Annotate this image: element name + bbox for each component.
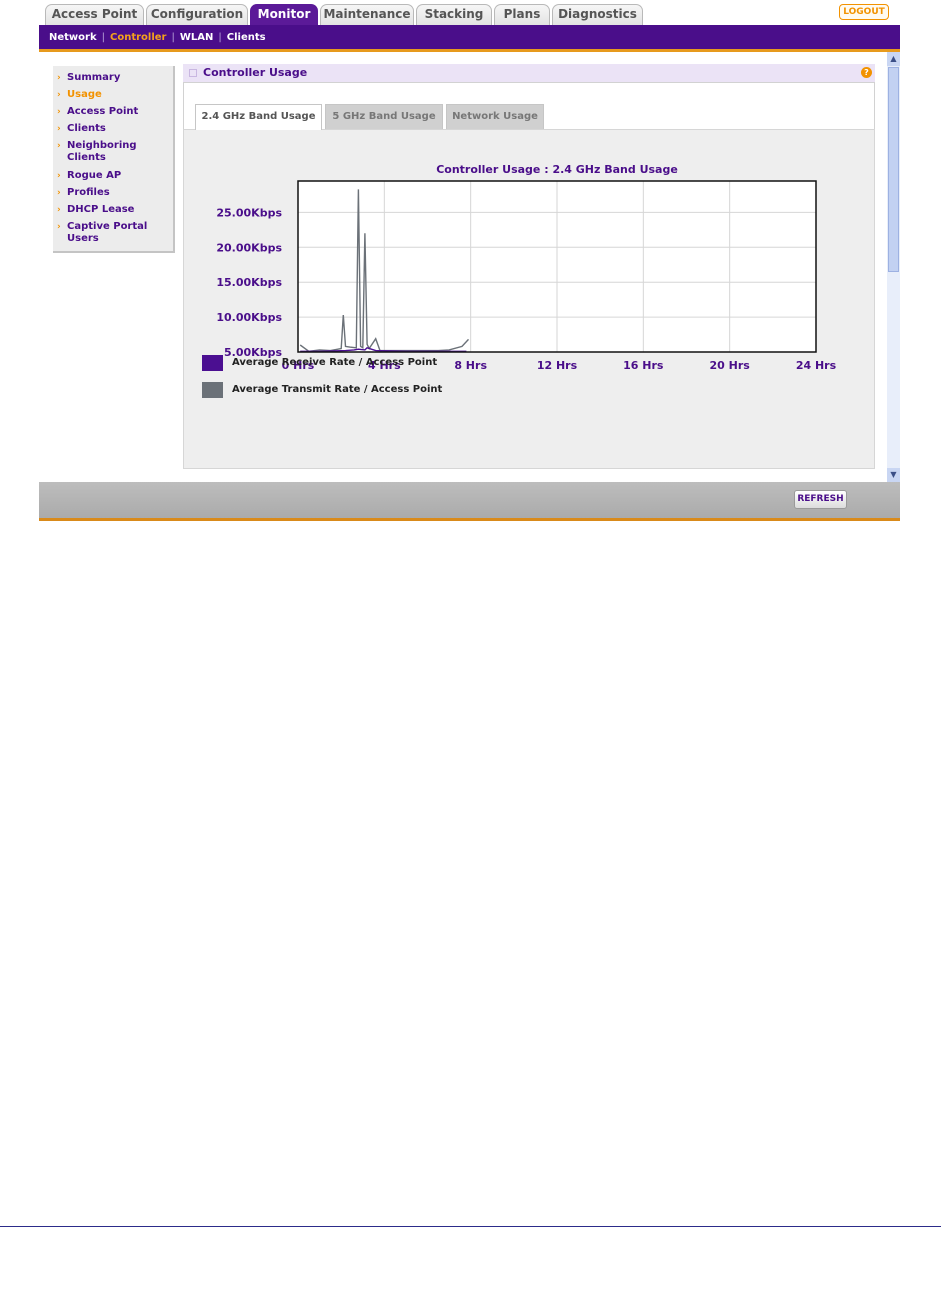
tab-5-ghz-band-usage[interactable]: 5 GHz Band Usage [325,104,443,129]
y-tick-label: 15.00Kbps [216,276,282,289]
top-tab-configuration[interactable]: Configuration [146,4,248,25]
sub-nav-network[interactable]: Network [49,32,97,43]
chevron-right-icon: › [57,222,61,232]
panel-header: Controller Usage ? [183,64,875,82]
chevron-right-icon: › [57,141,61,151]
top-tab-maintenance[interactable]: Maintenance [320,4,414,25]
left-menu-label: Profiles [67,187,110,198]
scroll-down-arrow-icon[interactable]: ▼ [887,468,900,482]
sub-nav-clients[interactable]: Clients [227,32,266,43]
left-menu-label: Access Point [67,106,139,117]
legend-swatch-receive [202,355,223,371]
help-icon[interactable]: ? [861,67,872,78]
sub-nav-wlan[interactable]: WLAN [180,32,214,43]
chevron-right-icon: › [57,205,61,215]
left-menu-usage[interactable]: › Usage [57,89,169,101]
sub-nav-controller[interactable]: Controller [110,32,166,43]
sub-nav-separator: | [101,31,105,43]
chevron-right-icon: › [57,171,61,181]
legend-label-receive: Average Receive Rate / Access Point [232,357,438,368]
x-tick-label: 8 Hrs [454,359,487,372]
page-rule [0,1226,941,1227]
left-menu-captive-portal-users[interactable]: › Captive Portal Users [57,221,169,245]
left-menu: › Summary › Usage › Access Point › Clients › Neig… [53,66,175,253]
sub-nav-items: Network | Controller | WLAN | Clients [49,25,266,49]
top-tab-monitor[interactable]: Monitor [250,4,318,25]
left-menu-label: Summary [67,72,121,83]
left-menu-dhcp-lease[interactable]: › DHCP Lease [57,204,169,216]
footer-divider [39,518,900,521]
y-tick-label: 25.00Kbps [216,206,282,219]
y-tick-label: 20.00Kbps [216,241,282,254]
refresh-button[interactable]: REFRESH [794,490,847,509]
app-window: Access Point Configuration Monitor Maintena… [39,0,900,521]
top-tab-stacking[interactable]: Stacking [416,4,492,25]
left-menu-neighboring-clients[interactable]: › Neighboring Clients [57,140,169,164]
vertical-scrollbar[interactable]: ▲ ▼ [887,52,900,482]
footer-bar: REFRESH [39,482,900,521]
top-tab-plans[interactable]: Plans [494,4,550,25]
left-menu-label: Usage [67,89,102,100]
top-tab-access-point[interactable]: Access Point [45,4,144,25]
tab-2-4-ghz-band-usage[interactable]: 2.4 GHz Band Usage [195,104,322,130]
chart-title: Controller Usage : 2.4 GHz Band Usage [436,163,678,176]
legend-label-transmit: Average Transmit Rate / Access Point [232,384,443,395]
panel-title: Controller Usage [203,66,308,79]
top-tab-bar: Access Point Configuration Monitor Maintena… [39,0,900,25]
y-tick-label: 10.00Kbps [216,311,282,324]
chevron-right-icon: › [57,73,61,83]
left-menu-access-point[interactable]: › Access Point [57,106,169,118]
chevron-right-icon: › [57,107,61,117]
usage-chart: Controller Usage : 2.4 GHz Band Usage0 H… [216,163,837,372]
collapse-icon[interactable] [189,69,197,77]
chevron-right-icon: › [57,90,61,100]
left-menu-label: Neighboring Clients [67,140,137,163]
tab-body: Controller Usage : 2.4 GHz Band Usage 0 H… [183,129,875,469]
sub-nav-separator: | [218,31,222,43]
left-menu-profiles[interactable]: › Profiles [57,187,169,199]
x-tick-label: 20 Hrs [710,359,751,372]
left-menu-summary[interactable]: › Summary [57,72,169,84]
x-tick-label: 12 Hrs [537,359,578,372]
sub-nav-separator: | [171,31,175,43]
scroll-up-arrow-icon[interactable]: ▲ [887,52,900,66]
chevron-right-icon: › [57,188,61,198]
logout-button[interactable]: LOGOUT [839,4,889,20]
scroll-thumb[interactable] [888,67,899,272]
left-menu-label: Clients [67,123,106,134]
left-menu-label: Captive Portal Users [67,221,148,244]
left-menu-clients[interactable]: › Clients [57,123,169,135]
left-menu-rogue-ap[interactable]: › Rogue AP [57,170,169,182]
top-tab-diagnostics[interactable]: Diagnostics [552,4,643,25]
left-menu-label: Rogue AP [67,170,122,181]
usage-panel: Controller Usage ? 2.4 GHz Band Usage 5 G… [183,64,875,469]
legend-swatch-transmit [202,382,223,398]
sub-nav-bar: Network | Controller | WLAN | Clients [39,25,900,49]
main-content: › Summary › Usage › Access Point › Clients › Neig… [39,52,887,482]
x-tick-label: 24 Hrs [796,359,837,372]
tab-network-usage[interactable]: Network Usage [446,104,544,129]
x-tick-label: 16 Hrs [623,359,664,372]
left-menu-label: DHCP Lease [67,204,135,215]
chevron-right-icon: › [57,124,61,134]
